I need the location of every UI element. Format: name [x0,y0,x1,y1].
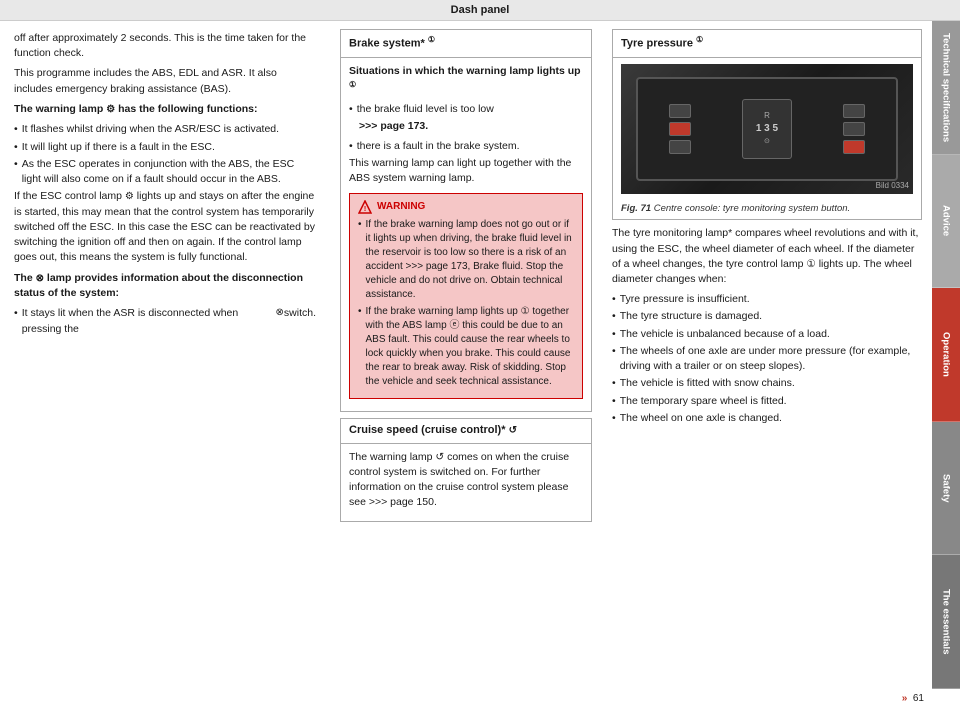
esc-symbol: ⚙ [125,191,134,202]
ctrl-btn-4 [843,104,865,118]
lamp-provides-header: The ⊗ lamp provides information about th… [14,271,316,302]
sidebar-tab-safety[interactable]: Safety [932,422,960,556]
tyre-icon: ① [696,35,703,44]
tyre-bullet-4: The vehicle is fitted with snow chains. [612,376,922,391]
brake-section-box: Brake system* ① Situations in which the … [340,29,592,412]
ctrl-btn-5 [843,122,865,136]
main-content: off after approximately 2 seconds. This … [0,21,960,689]
dash-art: R 1 3 5 ⊙ [636,77,899,181]
ctrl-btn-2 [669,122,691,136]
fig-caption: Fig. 71 Centre console: tyre monitoring … [613,200,921,220]
warning-bullet-2: If the brake warning lamp lights up ① to… [358,305,574,389]
bullet-light-fault: It will light up if there is a fault in … [14,140,316,155]
together-text: This warning lamp can light up together … [349,156,583,186]
page-number: 61 [913,693,924,704]
esc-control-text: If the ESC control lamp ⚙ lights up and … [14,189,316,265]
page-container: Dash panel off after approximately 2 sec… [0,0,960,708]
dashboard-panel: R 1 3 5 ⊙ [621,64,913,194]
warning-lamp-symbol: ⚙ [106,104,115,115]
middle-column: Brake system* ① Situations in which the … [330,21,602,689]
right-column: Tyre pressure ① [602,21,932,689]
warning-bullet-1: If the brake warning lamp does not go ou… [358,218,574,302]
intro-text: off after approximately 2 seconds. This … [14,31,316,61]
bullet-brake-fault: there is a fault in the brake system. [349,139,583,154]
top-bar: Dash panel [0,0,960,21]
page-ref-1: >>> page 173. [359,119,583,134]
cruise-section-content: The warning lamp ↺ comes on when the cru… [341,444,591,522]
gear-label: ⊙ [764,137,770,147]
warning-box: ! WARNING If the brake warning lamp does… [349,193,583,399]
tyre-bullet-2: The vehicle is unbalanced because of a l… [612,327,922,342]
sidebar-tab-technical[interactable]: Technical specifications [932,21,960,155]
tyre-image-inner: R 1 3 5 ⊙ [621,64,913,194]
tyre-bullet-5: The temporary spare wheel is fitted. [612,394,922,409]
programme-text: This programme includes the ABS, EDL and… [14,66,316,96]
warning-triangle-icon: ! [358,200,372,214]
ctrl-btn-1 [669,104,691,118]
ctrl-btn-3 [669,140,691,154]
tyre-bullet-0: Tyre pressure is insufficient. [612,292,922,307]
cruise-section-box: Cruise speed (cruise control)* ↺ The war… [340,418,592,523]
sidebar-tab-essentials[interactable]: The essentials [932,555,960,689]
top-bar-title: Dash panel [451,4,510,16]
tyre-intro-text: The tyre monitoring lamp* compares wheel… [612,226,922,287]
warning-title: ! WARNING [358,200,574,214]
tyre-bullet-6: The wheel on one axle is changed. [612,411,922,426]
tyre-bullet-3: The wheels of one axle are under more pr… [612,344,922,374]
gear-r: R [764,110,770,122]
brake-icon: ① [428,35,435,44]
tyre-image: R 1 3 5 ⊙ [621,64,913,194]
cruise-section-header: Cruise speed (cruise control)* ↺ [341,419,591,444]
tyre-section-box: Tyre pressure ① [612,29,922,220]
tyre-bullet-1: The tyre structure is damaged. [612,309,922,324]
tyre-section-header: Tyre pressure ① [613,30,921,58]
gear-selector: R 1 3 5 ⊙ [742,99,792,159]
situations-icon: ① [349,80,356,89]
bullet-stays-lit: It stays lit when the ASR is disconnecte… [14,306,316,336]
left-controls [669,104,691,154]
page-footer: » 61 [0,689,960,708]
brake-section-content: Situations in which the warning lamp lig… [341,58,591,411]
brake-section-header: Brake system* ① [341,30,591,58]
right-sidebar: Technical specifications Advice Operatio… [932,21,960,689]
gear-display: 1 3 5 [756,122,778,137]
bullet-flash: It flashes whilst driving when the ASR/E… [14,122,316,137]
lamp-symbol: ⊗ [36,273,44,284]
sidebar-tab-operation[interactable]: Operation [932,288,960,422]
bullet-brake-fluid: the brake fluid level is too low [349,102,583,117]
ctrl-btn-6 [843,140,865,154]
situations-header: Situations in which the warning lamp lig… [349,64,583,97]
cruise-text: The warning lamp ↺ comes on when the cru… [349,450,583,511]
footer-arrow: » [902,693,908,704]
sidebar-tab-advice[interactable]: Advice [932,155,960,289]
svg-text:!: ! [364,206,366,213]
bullet-esc-abs: As the ESC operates in conjunction with … [14,157,316,187]
stays-lit-symbol: ⊗ [276,306,284,336]
fig-ref: Bild 0334 [876,180,909,192]
right-controls [843,104,865,154]
cruise-icon: ↺ [509,425,517,436]
warning-lamp-header: The warning lamp ⚙ has the following fun… [14,102,316,118]
left-column: off after approximately 2 seconds. This … [0,21,330,689]
